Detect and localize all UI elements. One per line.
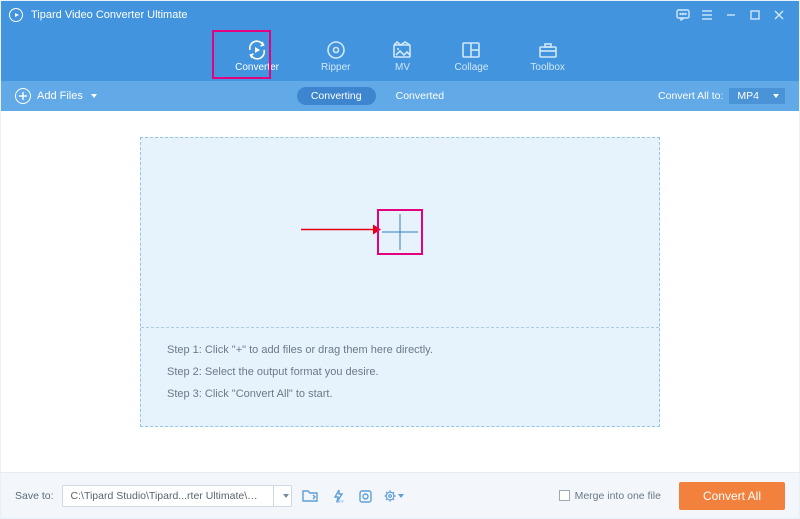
merge-option[interactable]: Merge into one file (559, 490, 661, 502)
bottom-bar: Save to: C:\Tipard Studio\Tipard...rter … (1, 472, 799, 518)
collage-icon (461, 41, 481, 59)
drop-zone-steps: Step 1: Click "+" to add files or drag t… (141, 327, 659, 426)
step-text: Step 3: Click "Convert All" to start. (167, 388, 633, 400)
format-value: MP4 (737, 90, 759, 102)
feedback-icon[interactable] (671, 5, 695, 25)
convert-all-to-label: Convert All to: (658, 90, 723, 102)
annotation-highlight-plus (377, 209, 423, 255)
nav-tab-ripper[interactable]: Ripper (317, 36, 354, 75)
converter-icon (246, 39, 268, 61)
hardware-accel-button[interactable]: OFF (328, 487, 348, 505)
drop-zone-top (141, 138, 659, 327)
nav-tab-converter[interactable]: Converter (231, 36, 283, 75)
output-format-select[interactable]: MP4 (729, 88, 785, 104)
tab-converted[interactable]: Converted (382, 87, 458, 105)
save-path-dropdown[interactable] (273, 486, 291, 506)
toolbox-icon (538, 41, 558, 59)
nav-wrap: Converter Ripper MV Collage Toolbox (1, 29, 799, 81)
save-path-field[interactable]: C:\Tipard Studio\Tipard...rter Ultimate\… (62, 485, 292, 507)
chevron-down-icon (283, 494, 289, 498)
add-files-button[interactable]: Add Files (15, 88, 97, 104)
open-folder-button[interactable] (300, 487, 320, 505)
nav-tab-toolbox[interactable]: Toolbox (526, 36, 568, 75)
plus-circle-icon (15, 88, 31, 104)
nav-tab-collage[interactable]: Collage (450, 36, 492, 75)
save-to-label: Save to: (15, 490, 54, 502)
settings-button[interactable] (384, 487, 404, 505)
convert-all-button[interactable]: Convert All (679, 482, 785, 510)
annotation-arrow-icon (301, 223, 381, 242)
add-files-label: Add Files (37, 90, 83, 102)
tab-converting[interactable]: Converting (297, 87, 376, 105)
nav-label: Ripper (321, 62, 350, 73)
nav-label: Converter (235, 62, 279, 73)
nav-label: Toolbox (530, 62, 564, 73)
app-logo-icon (9, 8, 23, 22)
maximize-button[interactable] (743, 5, 767, 25)
toolbar: Add Files Converting Converted Convert A… (1, 81, 799, 111)
save-path-value: C:\Tipard Studio\Tipard...rter Ultimate\… (63, 490, 273, 502)
svg-text:OFF: OFF (336, 499, 345, 503)
app-window: Tipard Video Converter Ultimate Converte… (0, 0, 800, 519)
drop-zone[interactable]: Step 1: Click "+" to add files or drag t… (140, 137, 660, 427)
nav-tab-mv[interactable]: MV (388, 36, 416, 75)
main-nav: Converter Ripper MV Collage Toolbox (1, 29, 799, 81)
convert-all-to: Convert All to: MP4 (658, 88, 785, 104)
high-speed-button[interactable] (356, 487, 376, 505)
app-title: Tipard Video Converter Ultimate (31, 9, 188, 21)
step-text: Step 1: Click "+" to add files or drag t… (167, 344, 633, 356)
mv-icon (392, 41, 412, 59)
titlebar: Tipard Video Converter Ultimate (1, 1, 799, 29)
chevron-down-icon (773, 94, 779, 98)
close-button[interactable] (767, 5, 791, 25)
chevron-down-icon (398, 494, 404, 498)
work-area: Step 1: Click "+" to add files or drag t… (1, 111, 799, 472)
merge-checkbox[interactable] (559, 490, 570, 501)
minimize-button[interactable] (719, 5, 743, 25)
status-segment: Converting Converted (97, 87, 658, 105)
merge-label: Merge into one file (575, 490, 661, 502)
ripper-icon (326, 40, 346, 60)
step-text: Step 2: Select the output format you des… (167, 366, 633, 378)
nav-label: MV (395, 62, 410, 73)
nav-label: Collage (454, 62, 488, 73)
menu-icon[interactable] (695, 5, 719, 25)
